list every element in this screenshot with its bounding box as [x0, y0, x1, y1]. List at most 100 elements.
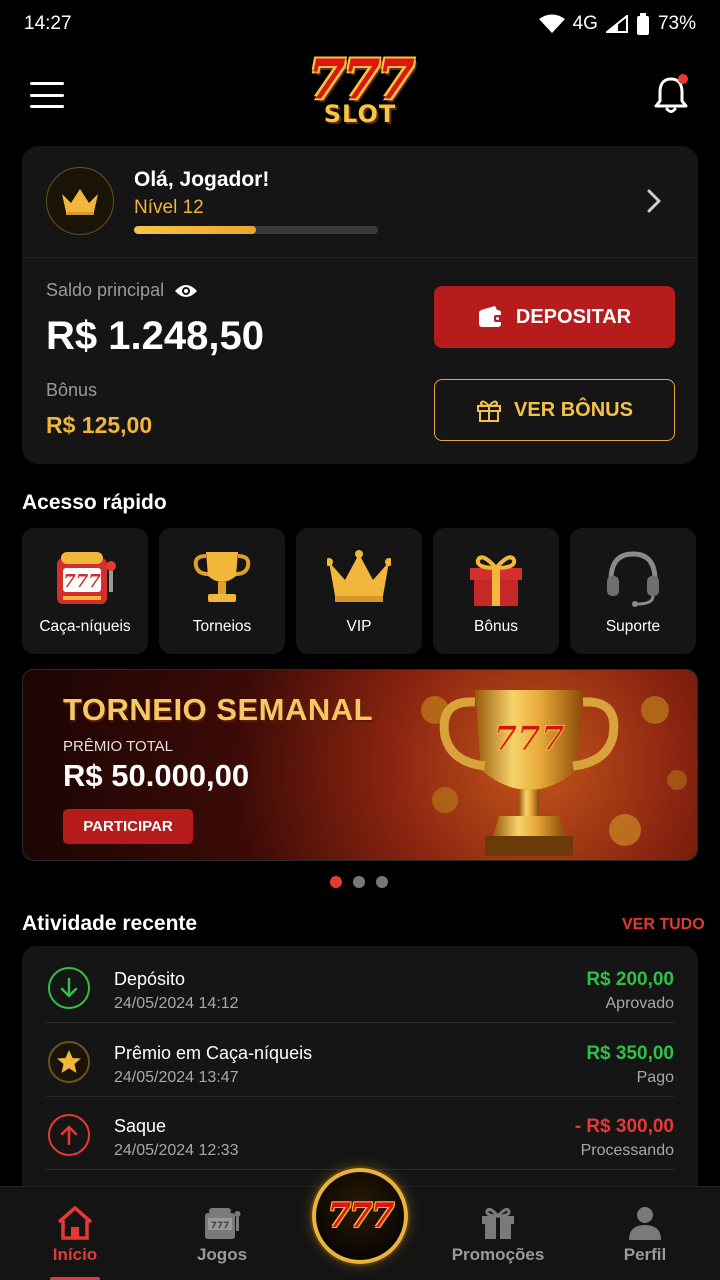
nav-label: Promoções: [451, 1245, 545, 1264]
quick-access-label: Caça-níqueis: [39, 618, 131, 635]
activity-list: Depósito 24/05/2024 14:12 R$ 200,00 Apro…: [22, 946, 698, 1206]
activity-date: 24/05/2024 14:12: [114, 995, 239, 1012]
quick-access-label: Torneios: [192, 618, 252, 635]
eye-icon[interactable]: [174, 282, 198, 300]
activity-row[interactable]: Prêmio em Caça-níqueis 24/05/2024 13:47 …: [46, 1024, 674, 1097]
gift-icon: [470, 555, 522, 606]
pagination-dot[interactable]: [353, 876, 365, 888]
crown-icon: [62, 189, 98, 215]
quick-access-slots[interactable]: 777 Caça-níqueis: [22, 528, 148, 654]
pagination-dot[interactable]: [376, 876, 388, 888]
view-bonus-button[interactable]: VER BÔNUS: [434, 379, 675, 441]
quick-access-bonus[interactable]: Bônus: [433, 528, 559, 654]
nav-label: Perfil: [623, 1245, 667, 1264]
gift-icon: [477, 400, 502, 422]
activity-title-text: Saque: [114, 1116, 167, 1136]
trophy-777-text: 777: [494, 719, 565, 759]
status-icons: 4G 73%: [538, 13, 696, 35]
menu-icon-bar: [30, 93, 64, 97]
nav-profile[interactable]: Perfil: [590, 1187, 700, 1280]
quick-access-label: Suporte: [605, 618, 661, 635]
user-icon: [629, 1207, 661, 1240]
activity-row[interactable]: Depósito 24/05/2024 14:12 R$ 200,00 Apro…: [46, 950, 674, 1023]
quick-access-vip[interactable]: VIP: [296, 528, 422, 654]
activity-icon: [48, 1114, 90, 1156]
balance-label-text: Saldo principal: [46, 280, 165, 300]
activity-row[interactable]: Saque 24/05/2024 12:33 - R$ 300,00 Proce…: [46, 1097, 674, 1170]
banner-title: TORNEIO SEMANAL: [63, 692, 374, 727]
banner-pagination: [330, 876, 388, 888]
quick-access-tournaments[interactable]: Torneios: [159, 528, 285, 654]
participate-button[interactable]: PARTICIPAR: [63, 809, 193, 844]
nav-label: Início: [52, 1245, 98, 1264]
network-type: 4G: [572, 13, 598, 34]
balance-label: Saldo principal: [46, 280, 198, 301]
activity-amount: R$ 350,00: [586, 1043, 674, 1064]
slot-machine-icon: 777: [205, 1208, 241, 1239]
status-bar: 14:27 4G 73%: [0, 0, 720, 48]
tournament-banner[interactable]: TORNEIO SEMANAL PRÊMIO TOTAL R$ 50.000,0…: [22, 669, 698, 861]
crown-icon: [327, 550, 391, 602]
activity-status: Pago: [636, 1069, 674, 1086]
quick-access-support[interactable]: Suporte: [570, 528, 696, 654]
activity-title: Atividade recente: [22, 912, 198, 935]
bonus-value: R$ 125,00: [46, 412, 153, 438]
activity-date: 24/05/2024 13:47: [114, 1069, 239, 1086]
notifications-button[interactable]: [652, 74, 690, 114]
greeting-text: Olá, Jogador!: [134, 168, 270, 191]
balance-value: R$ 1.248,50: [46, 314, 264, 358]
svg-text:777: 777: [63, 571, 101, 592]
star-icon: [57, 1050, 81, 1073]
svg-text:777: 777: [211, 1221, 230, 1231]
deposit-button[interactable]: DEPOSITAR: [434, 286, 675, 348]
logo-number: 777: [308, 47, 415, 111]
level-progress-bar: [134, 226, 378, 234]
nav-promotions[interactable]: Promoções: [443, 1187, 553, 1280]
app-logo[interactable]: 777 SLOT: [290, 52, 430, 134]
quick-access-grid: 777 Caça-níqueis Torneios VIP Bônus Supo…: [22, 528, 698, 654]
activity-status: Processando: [580, 1142, 674, 1159]
nav-home[interactable]: Início: [20, 1187, 130, 1280]
bonus-label: Bônus: [46, 380, 98, 400]
activity-icon: [48, 967, 90, 1009]
battery-level: 73%: [657, 13, 696, 34]
menu-icon-bar: [30, 105, 64, 108]
activity-title-text: Depósito: [114, 969, 186, 989]
profile-summary[interactable]: Olá, Jogador! Nível 12: [22, 146, 698, 258]
banner-subtitle: PRÊMIO TOTAL: [63, 738, 174, 755]
wallet-icon: [478, 306, 503, 327]
signal-icon: [605, 15, 628, 33]
nav-label: Jogos: [196, 1245, 248, 1264]
chevron-right-icon: [647, 189, 661, 213]
status-time: 14:27: [24, 13, 72, 34]
see-all-link[interactable]: VER TUDO: [622, 916, 705, 934]
center-slot-button[interactable]: 777: [312, 1168, 408, 1264]
avatar: [46, 167, 114, 235]
arrow-down-icon: [60, 977, 78, 998]
menu-button[interactable]: [30, 82, 64, 108]
deposit-label: DEPOSITAR: [515, 305, 632, 328]
account-card: Olá, Jogador! Nível 12 Saldo principal R…: [22, 146, 698, 464]
pagination-dot[interactable]: [330, 876, 342, 888]
activity-icon: [48, 1041, 90, 1083]
activity-amount: - R$ 300,00: [574, 1116, 674, 1137]
banner-prize: R$ 50.000,00: [63, 758, 250, 793]
quick-access-title: Acesso rápido: [22, 491, 167, 514]
wifi-icon: [538, 14, 565, 33]
home-icon: [57, 1206, 93, 1240]
golden-trophy-image: 777: [421, 690, 687, 856]
notification-badge: [678, 74, 688, 84]
menu-icon-bar: [30, 82, 64, 85]
view-bonus-label: VER BÔNUS: [514, 398, 633, 421]
center-slot-label: 777: [327, 1196, 395, 1236]
activity-title-text: Prêmio em Caça-níqueis: [114, 1043, 313, 1063]
trophy-icon: [193, 552, 251, 602]
activity-status: Aprovado: [605, 995, 675, 1012]
headset-icon: [607, 551, 659, 607]
gift-icon: [482, 1207, 514, 1239]
quick-access-label: Bônus: [474, 618, 518, 635]
arrow-up-icon: [60, 1125, 78, 1146]
activity-date: 24/05/2024 12:33: [114, 1142, 239, 1159]
nav-games[interactable]: 777 Jogos: [167, 1187, 277, 1280]
slot-machine-icon: 777: [57, 552, 116, 604]
